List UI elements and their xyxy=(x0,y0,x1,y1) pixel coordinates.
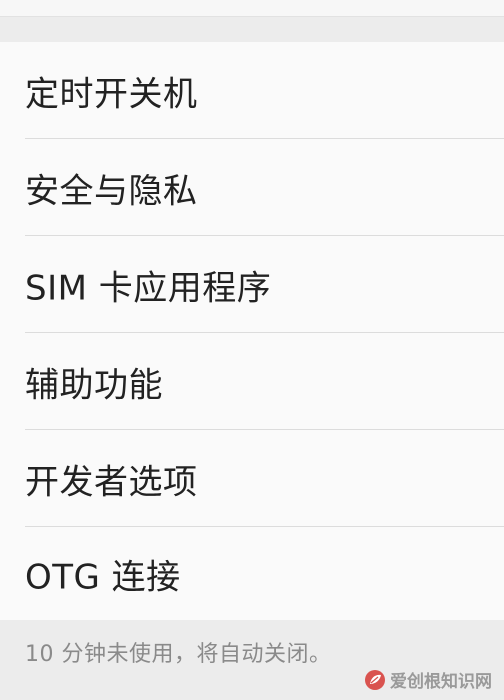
menu-item-developer-options[interactable]: 开发者选项 xyxy=(0,430,504,527)
leaf-logo-icon xyxy=(365,669,385,690)
settings-menu: 定时开关机 安全与隐私 SIM 卡应用程序 辅助功能 开发者选项 OTG 连接 xyxy=(0,42,504,620)
menu-item-scheduled-power[interactable]: 定时开关机 xyxy=(0,42,504,139)
menu-item-label: SIM 卡应用程序 xyxy=(25,268,272,308)
menu-item-sim-apps[interactable]: SIM 卡应用程序 xyxy=(0,236,504,333)
menu-item-label: 安全与隐私 xyxy=(25,171,198,211)
auto-off-note: 10 分钟未使用，将自动关闭。 xyxy=(25,642,332,667)
menu-item-accessibility[interactable]: 辅助功能 xyxy=(0,333,504,430)
menu-item-label: OTG 连接 xyxy=(25,557,181,597)
previous-section-card xyxy=(0,0,504,17)
menu-item-label: 定时开关机 xyxy=(25,74,198,114)
menu-item-label: 辅助功能 xyxy=(25,365,163,405)
watermark: 爱创根知识网 xyxy=(364,667,492,692)
menu-item-label: 开发者选项 xyxy=(25,462,198,502)
watermark-text: 爱创根知识网 xyxy=(390,672,492,692)
menu-item-otg-connection[interactable]: OTG 连接 xyxy=(0,527,504,620)
menu-item-security-privacy[interactable]: 安全与隐私 xyxy=(0,139,504,236)
